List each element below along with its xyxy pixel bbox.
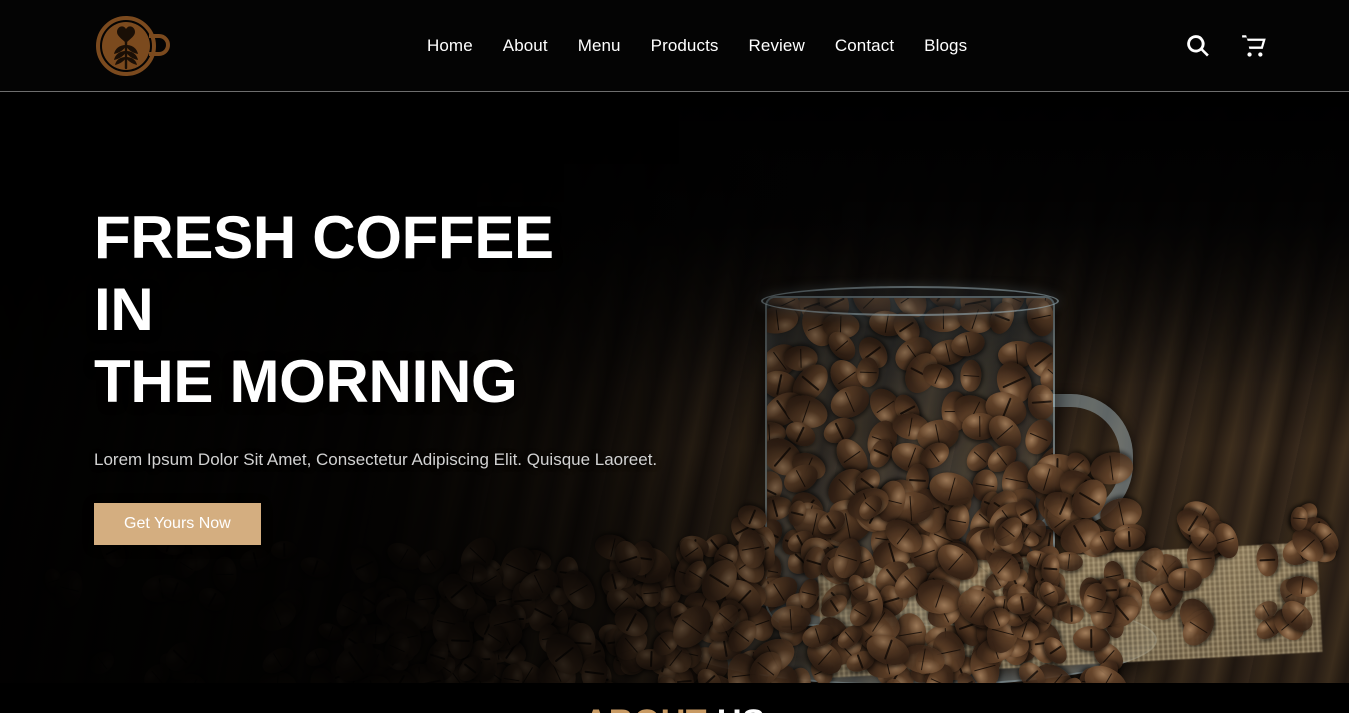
hero-content: FRESH COFFEE IN THE MORNING Lorem Ipsum … bbox=[94, 202, 734, 545]
get-yours-now-button[interactable]: Get Yours Now bbox=[94, 503, 261, 545]
coffee-landing-page: Home About Menu Products Review Contact … bbox=[0, 0, 1349, 713]
about-section-heading: ABOUT US bbox=[0, 703, 1349, 713]
search-button[interactable] bbox=[1183, 31, 1213, 61]
hero-title-line-2: THE MORNING bbox=[94, 348, 518, 415]
nav-item-about[interactable]: About bbox=[503, 0, 564, 92]
header-actions bbox=[1183, 0, 1269, 92]
nav-item-menu[interactable]: Menu bbox=[578, 0, 637, 92]
hero-section: FRESH COFFEE IN THE MORNING Lorem Ipsum … bbox=[0, 92, 1349, 683]
hero-title-line-1: FRESH COFFEE IN bbox=[94, 204, 554, 343]
search-icon bbox=[1187, 35, 1209, 57]
cart-button[interactable] bbox=[1239, 31, 1269, 61]
coffee-cup-latte-art-logo-icon bbox=[96, 16, 170, 76]
main-navigation: Home About Menu Products Review Contact … bbox=[427, 0, 967, 92]
nav-item-blogs[interactable]: Blogs bbox=[924, 0, 967, 92]
site-logo[interactable] bbox=[92, 11, 172, 81]
nav-item-review[interactable]: Review bbox=[749, 0, 821, 92]
about-heading-plain: US bbox=[707, 703, 765, 713]
about-section: ABOUT US bbox=[0, 683, 1349, 713]
nav-item-home[interactable]: Home bbox=[427, 0, 489, 92]
cart-icon bbox=[1241, 34, 1266, 57]
site-header: Home About Menu Products Review Contact … bbox=[0, 0, 1349, 92]
nav-item-products[interactable]: Products bbox=[651, 0, 735, 92]
hero-title: FRESH COFFEE IN THE MORNING bbox=[94, 202, 614, 418]
nav-item-contact[interactable]: Contact bbox=[835, 0, 910, 92]
about-heading-accent: ABOUT bbox=[584, 703, 707, 713]
hero-subtitle: Lorem Ipsum Dolor Sit Amet, Consectetur … bbox=[94, 450, 658, 469]
